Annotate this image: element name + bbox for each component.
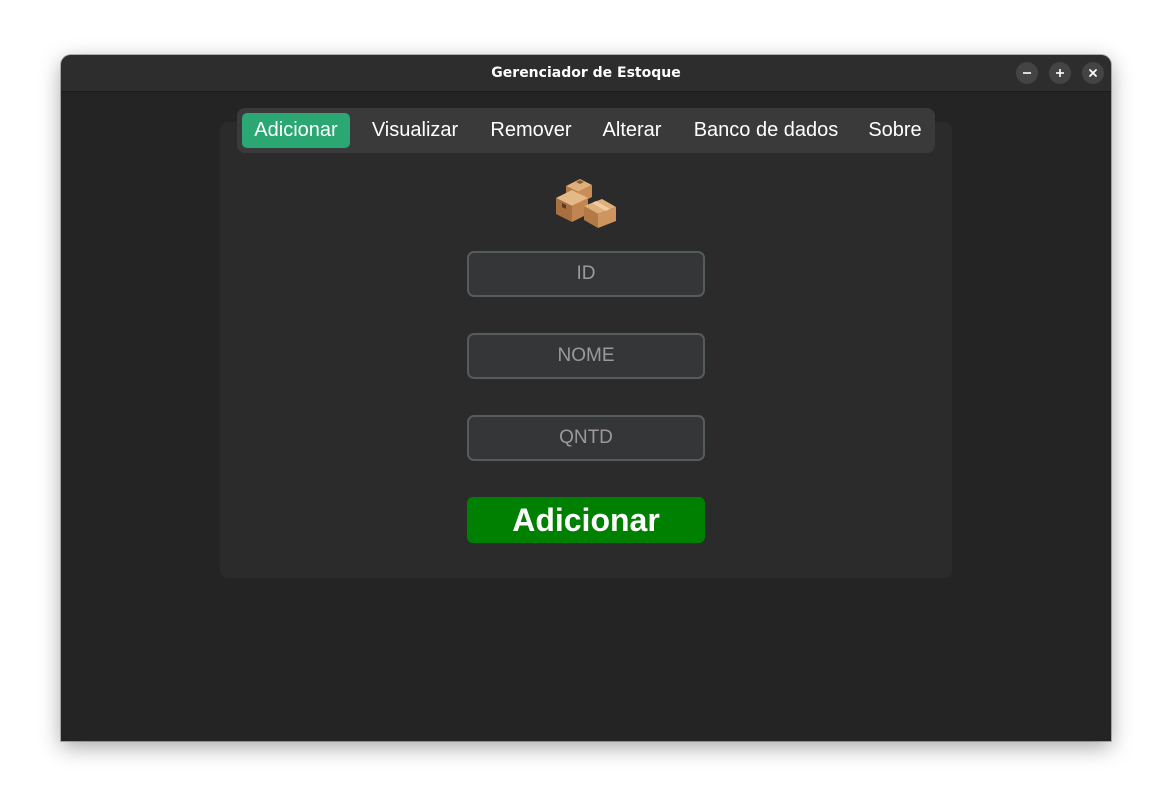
id-input[interactable] [467,251,705,297]
nome-input[interactable] [467,333,705,379]
maximize-button[interactable] [1049,62,1071,84]
adicionar-button[interactable]: Adicionar [467,497,705,543]
tab-visualizar[interactable]: Visualizar [360,113,470,148]
app-window: Gerenciador de Estoque Adicionar Visuali… [61,55,1111,741]
plus-icon [1056,69,1064,77]
qntd-input[interactable] [467,415,705,461]
close-button[interactable] [1082,62,1104,84]
tab-sobre[interactable]: Sobre [860,113,930,148]
minimize-icon [1023,72,1031,74]
window-title: Gerenciador de Estoque [491,65,681,81]
tab-bar: Adicionar Visualizar Remover Alterar Ban… [237,108,935,153]
package-boxes-icon [556,179,616,228]
tab-banco-de-dados[interactable]: Banco de dados [682,113,850,148]
minimize-button[interactable] [1016,62,1038,84]
close-icon [1089,69,1097,77]
tab-adicionar[interactable]: Adicionar [242,113,350,148]
title-bar[interactable]: Gerenciador de Estoque [61,55,1111,92]
tab-alterar[interactable]: Alterar [592,113,672,148]
tab-remover[interactable]: Remover [480,113,582,148]
